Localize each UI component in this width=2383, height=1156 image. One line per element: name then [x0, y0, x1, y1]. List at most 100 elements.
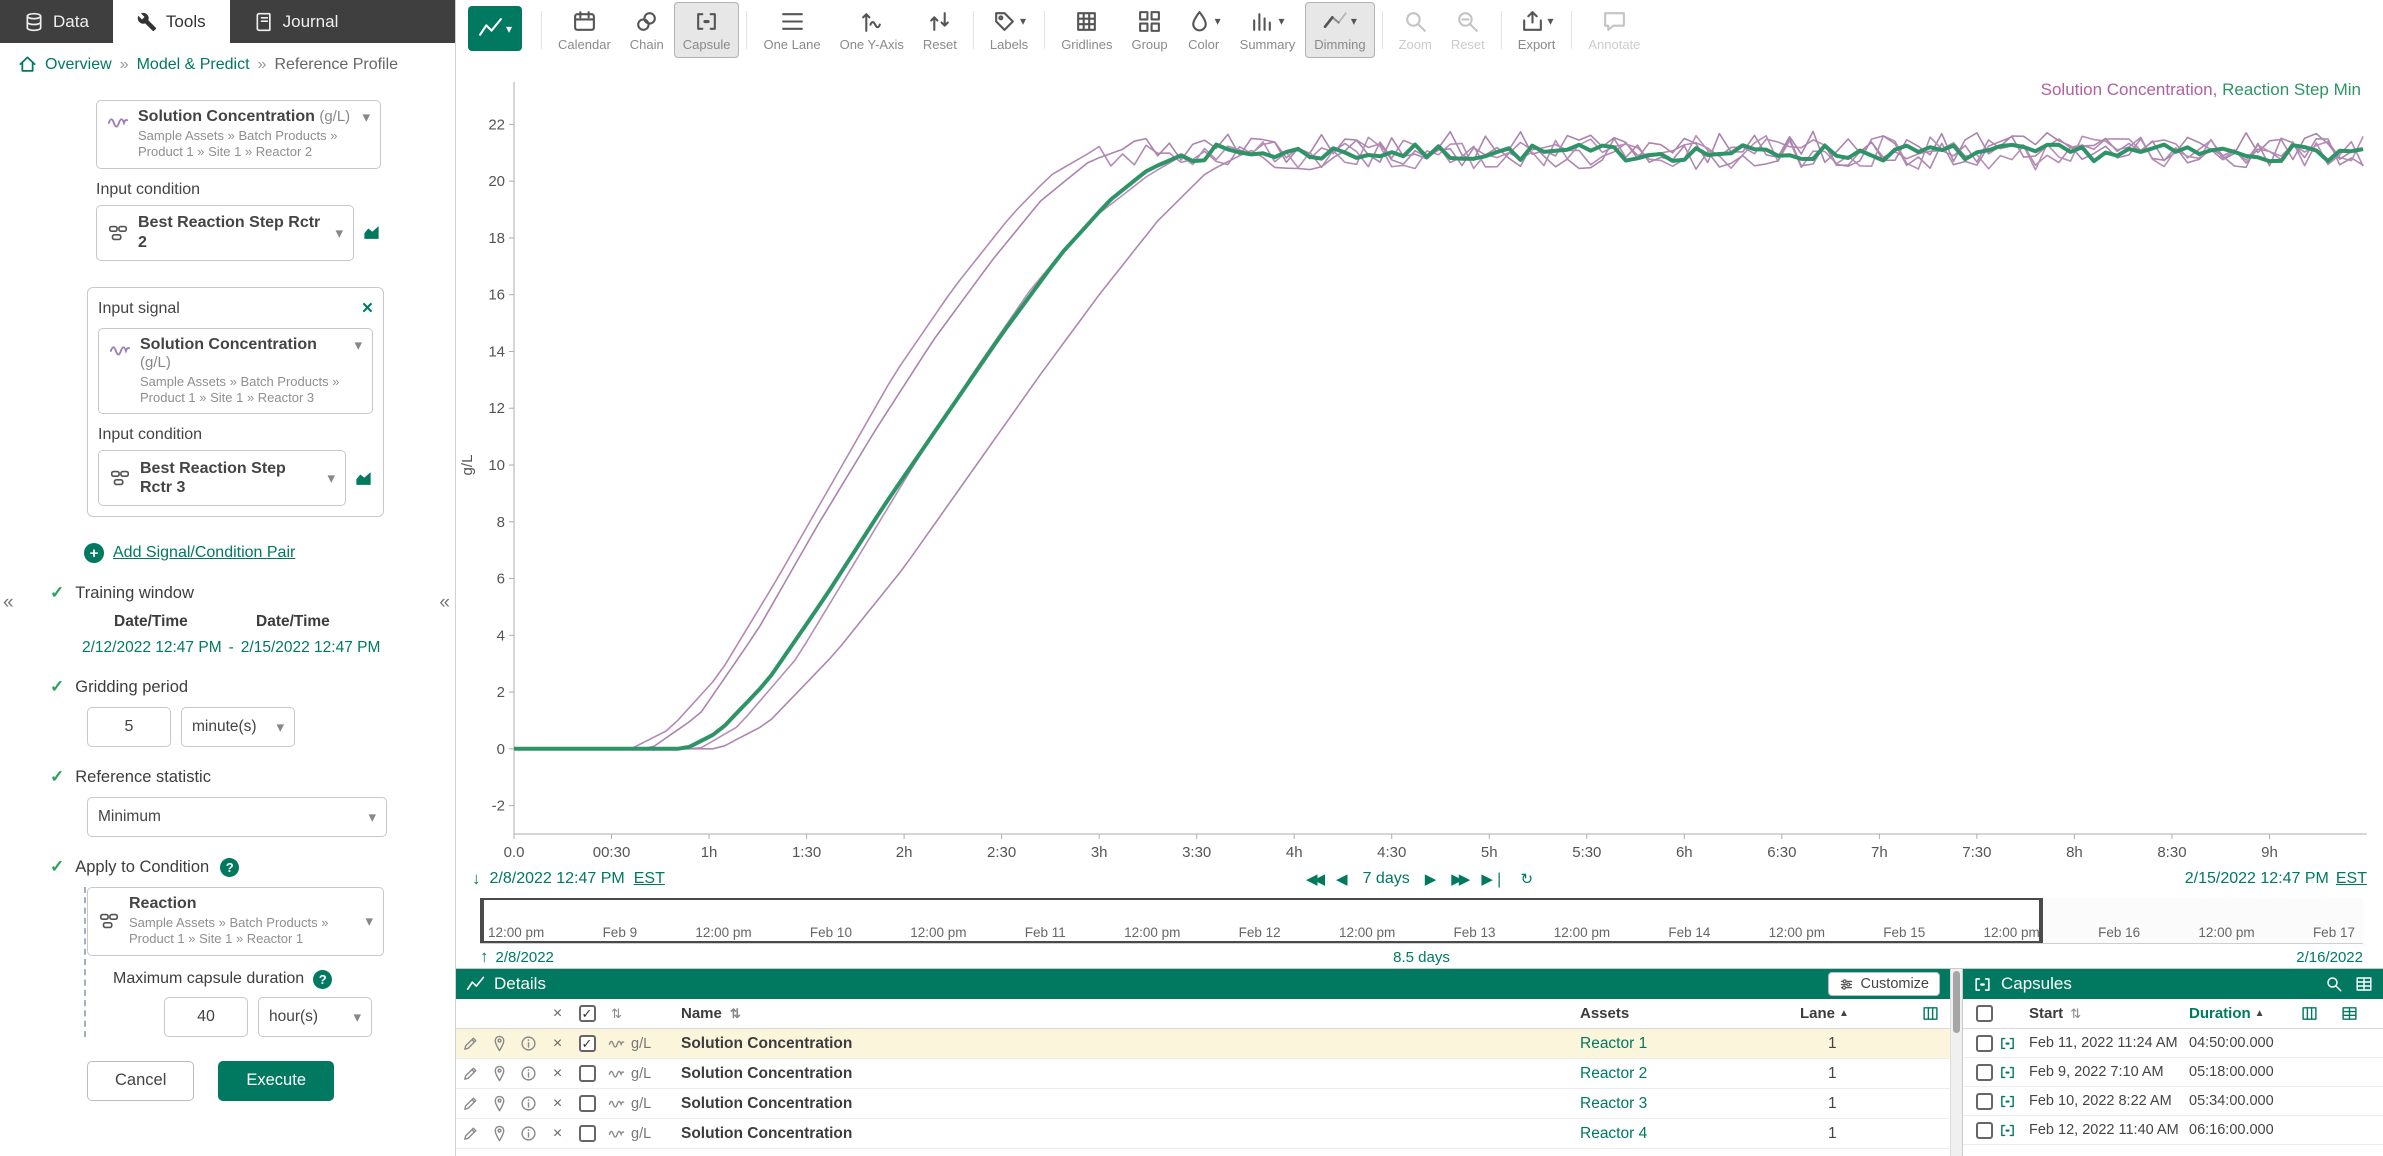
- column-config-icon[interactable]: [2289, 1005, 2329, 1022]
- input-signal-select[interactable]: Solution Concentration (g/L) Sample Asse…: [98, 328, 373, 415]
- column-lane[interactable]: Lane: [1800, 1005, 1835, 1022]
- details-scrollbar[interactable]: [1950, 969, 1962, 1156]
- breadcrumb-overview[interactable]: Overview: [45, 56, 112, 74]
- search-icon[interactable]: [2325, 975, 2343, 993]
- capsule-row[interactable]: Feb 12, 2022 11:40 AM06:16:00.000: [1963, 1116, 2383, 1145]
- help-icon[interactable]: ?: [220, 858, 239, 877]
- calendar-button[interactable]: Calendar: [549, 2, 620, 58]
- sort-icon[interactable]: ⇅: [2070, 1006, 2081, 1022]
- edit-icon[interactable]: [456, 1035, 485, 1052]
- range-start-icon[interactable]: ↓: [472, 869, 481, 889]
- input-condition-select[interactable]: Best Reaction Step Rctr 3 ▾: [98, 450, 346, 506]
- info-icon[interactable]: [514, 1065, 543, 1082]
- remove-all-button[interactable]: ×: [543, 1005, 572, 1023]
- tab-tools[interactable]: Tools: [113, 0, 230, 43]
- pin-icon[interactable]: [485, 1125, 514, 1142]
- row-checkbox[interactable]: [572, 1095, 602, 1112]
- max-duration-input[interactable]: [164, 997, 248, 1037]
- reference-statistic-select[interactable]: Minimum▾: [87, 797, 387, 837]
- select-all-checkbox[interactable]: [1963, 1005, 1999, 1022]
- gridlines-button[interactable]: Gridlines: [1052, 2, 1121, 58]
- pin-icon[interactable]: [485, 1035, 514, 1052]
- asset-link[interactable]: Reactor 4: [1580, 1125, 1647, 1143]
- step-back-icon[interactable]: ◀: [1336, 870, 1348, 888]
- table-view-icon[interactable]: [2355, 975, 2373, 993]
- tab-data[interactable]: Data: [0, 0, 113, 43]
- pin-icon[interactable]: [485, 1095, 514, 1112]
- legend-signal-label[interactable]: Solution Concentration,: [2041, 80, 2218, 99]
- help-icon[interactable]: ?: [313, 970, 332, 989]
- summary-button[interactable]: ▾Summary: [1231, 2, 1305, 58]
- input-signal-select[interactable]: Solution Concentration (g/L) Sample Asse…: [96, 100, 381, 169]
- info-icon[interactable]: [514, 1095, 543, 1112]
- column-start[interactable]: Start: [2029, 1005, 2063, 1022]
- edit-icon[interactable]: [456, 1125, 485, 1142]
- input-condition-select[interactable]: Best Reaction Step Rctr 2 ▾: [96, 205, 354, 261]
- row-checkbox[interactable]: [1963, 1122, 1999, 1139]
- max-duration-unit-select[interactable]: hour(s)▾: [258, 997, 372, 1037]
- execute-button[interactable]: Execute: [218, 1061, 334, 1101]
- row-checkbox[interactable]: [1963, 1035, 1999, 1052]
- column-assets[interactable]: Assets: [1580, 1005, 1629, 1022]
- scrollbar-thumb[interactable]: [1953, 971, 1960, 1033]
- cancel-button[interactable]: Cancel: [87, 1061, 194, 1101]
- collapse-panel-icon[interactable]: «: [439, 592, 450, 614]
- capsule-row[interactable]: Feb 10, 2022 8:22 AM05:34:00.000: [1963, 1087, 2383, 1116]
- row-checkbox[interactable]: [1963, 1093, 1999, 1110]
- one-lane-button[interactable]: One Lane: [754, 2, 829, 58]
- timeline-end-date[interactable]: 2/16/2022: [2296, 949, 2363, 966]
- home-icon[interactable]: [18, 55, 37, 74]
- asset-link[interactable]: Reactor 2: [1580, 1065, 1647, 1083]
- details-row[interactable]: ×g/LSolution ConcentrationReactor 21: [456, 1059, 1950, 1089]
- details-row[interactable]: ×g/LSolution ConcentrationReactor 31: [456, 1089, 1950, 1119]
- row-checkbox[interactable]: [572, 1125, 602, 1142]
- legend-profile-label[interactable]: Reaction Step Min: [2222, 80, 2361, 99]
- labels-button[interactable]: ▾Labels: [981, 2, 1037, 58]
- timeline-start-date[interactable]: 2/8/2022: [496, 949, 554, 966]
- capsule-row[interactable]: Feb 9, 2022 7:10 AM05:18:00.000: [1963, 1058, 2383, 1087]
- group-button[interactable]: Group: [1122, 2, 1176, 58]
- column-name[interactable]: Name: [681, 1005, 722, 1022]
- info-icon[interactable]: [514, 1125, 543, 1142]
- capsule-button[interactable]: Capsule: [674, 2, 740, 58]
- remove-icon[interactable]: ×: [543, 1035, 572, 1053]
- dimming-button[interactable]: ▾Dimming: [1305, 2, 1374, 58]
- timezone-link[interactable]: EST: [634, 870, 665, 888]
- trend-chart[interactable]: Solution Concentration, Reaction Step Mi…: [456, 58, 2383, 864]
- tab-journal[interactable]: Journal: [230, 0, 363, 43]
- duration-button[interactable]: 7 days: [1363, 870, 1410, 888]
- apply-condition-select[interactable]: Reaction Sample Assets » Batch Products …: [87, 887, 384, 956]
- add-pair-link[interactable]: + Add Signal/Condition Pair: [84, 543, 455, 563]
- chain-button[interactable]: Chain: [621, 2, 673, 58]
- collapse-panel-left-icon[interactable]: «: [3, 592, 14, 614]
- step-forward-icon[interactable]: ▶: [1425, 870, 1437, 888]
- row-checkbox[interactable]: [1963, 1064, 1999, 1081]
- remove-pair-button[interactable]: ×: [362, 298, 373, 320]
- asset-link[interactable]: Reactor 3: [1580, 1095, 1647, 1113]
- info-icon[interactable]: [514, 1035, 543, 1052]
- remove-icon[interactable]: ×: [543, 1095, 572, 1113]
- remove-icon[interactable]: ×: [543, 1065, 572, 1083]
- trend-svg[interactable]: -202468101214161820220.000:301h1:302h2:3…: [456, 58, 2383, 864]
- sort-icon[interactable]: ⇅: [730, 1006, 741, 1022]
- breadcrumb-model-predict[interactable]: Model & Predict: [137, 56, 250, 74]
- gridding-value-input[interactable]: [87, 707, 171, 747]
- one-y-axis-button[interactable]: One Y-Axis: [831, 2, 913, 58]
- customize-button[interactable]: Customize: [1828, 972, 1941, 996]
- select-all-checkbox[interactable]: ✓: [572, 1005, 602, 1022]
- column-config-icon[interactable]: [1910, 1005, 1950, 1022]
- timezone-link[interactable]: EST: [2336, 870, 2367, 888]
- color-button[interactable]: ▾Color: [1178, 2, 1230, 58]
- row-checkbox[interactable]: [572, 1065, 602, 1082]
- remove-icon[interactable]: ×: [543, 1125, 572, 1143]
- training-end-link[interactable]: 2/15/2022 12:47 PM: [241, 639, 381, 657]
- timeline-track[interactable]: 12:00 pmFeb 912:00 pmFeb 1012:00 pmFeb 1…: [480, 898, 2363, 944]
- trend-view-button[interactable]: ▾: [468, 6, 522, 51]
- step-forward-half-icon[interactable]: ▶▶: [1451, 870, 1466, 888]
- step-to-now-icon[interactable]: ▶❘: [1481, 870, 1505, 888]
- display-start-time[interactable]: 2/8/2022 12:47 PM: [490, 870, 625, 888]
- training-start-link[interactable]: 2/12/2022 12:47 PM: [82, 639, 222, 657]
- step-back-half-icon[interactable]: ◀◀: [1306, 870, 1321, 888]
- export-button[interactable]: ▾Export: [1509, 2, 1565, 58]
- sort-icon[interactable]: ⇅: [602, 1006, 631, 1022]
